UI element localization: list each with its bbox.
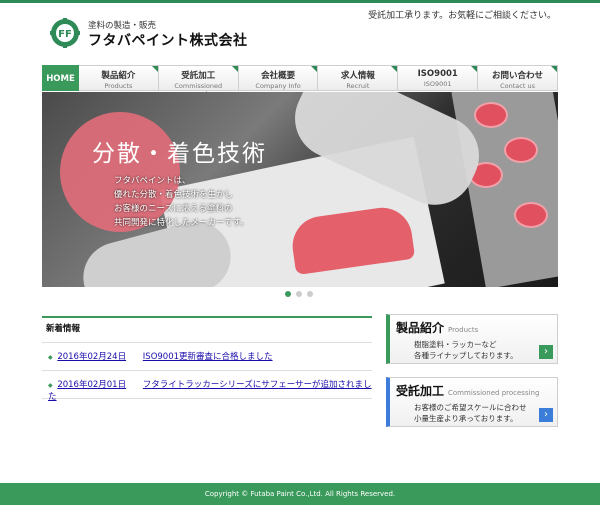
top-accent-bar [0,0,600,3]
paint-cup-image [504,137,538,163]
company-name[interactable]: フタバペイント株式会社 [88,30,248,50]
slider-dot-3[interactable] [307,291,313,297]
nav-corner-mark [231,66,238,72]
side-products-banner[interactable]: 製品紹介 Products 樹脂塗料・ラッカーなど 各種ライナップしております。 … [386,314,558,364]
nav-iso-sublabel: ISO9001 [423,80,452,88]
nav-contact-sublabel: Contact us [500,82,535,90]
hero-text: フタバペイントは、 優れた分散・着色技術を生かし お客様のニーズに応える塗料の … [114,176,249,228]
side-products-heading: 製品紹介 Products [396,319,478,336]
nav-iso-label: ISO9001 [417,69,458,79]
hero-slider[interactable]: 分散・着色技術 フタバペイントは、 優れた分散・着色技術を生かし お客様のニーズ… [42,92,558,287]
nav-corner-mark [471,66,478,72]
side-commission-en: Commissioned processing [448,389,540,397]
main-nav: HOME 製品紹介 Products 受託加工 Commissioned pro… [42,65,558,98]
side-products-desc: 樹脂塗料・ラッカーなど 各種ライナップしております。 [414,340,518,360]
nav-company[interactable]: 会社概要 Company Info [238,65,319,91]
bullet-icon: ◆ [48,382,53,389]
nav-products[interactable]: 製品紹介 Products [79,65,159,91]
side-commission-title: 受託加工 [396,384,445,398]
nav-recruit[interactable]: 求人情報 Recruit [318,65,399,91]
nav-contact-label: お問い合わせ [492,71,544,81]
side-commission-banner[interactable]: 受託加工 Commissioned processing お客様のご希望スケールに… [386,377,558,427]
side-products-en: Products [448,326,479,334]
paint-cup-image [514,202,548,228]
news-date-link[interactable]: 2016年02月01日 [57,380,126,390]
bullet-icon: ◆ [48,354,53,361]
slider-dots [285,291,313,297]
side-commission-heading: 受託加工 Commissioned processing [396,382,539,399]
nav-corner-mark [311,66,318,72]
footer-copyright: Copyright © Futaba Paint Co.,Ltd. All Ri… [0,483,600,505]
nav-recruit-label: 求人情報 [340,71,375,81]
side-commission-desc: お客様のご希望スケールに合わせ 小量生産より承っております。 [414,403,527,423]
news-date-link[interactable]: 2016年02月24日 [57,352,126,362]
header-notice: 受託加工承ります。お気軽にご相談ください。 [368,11,556,21]
nav-company-sublabel: Company Info [255,82,301,90]
slider-dot-2[interactable] [296,291,302,297]
nav-corner-mark [151,66,158,72]
nav-commission-label: 受託加工 [181,71,216,81]
nav-home-label: HOME [46,74,75,84]
hero-title: 分散・着色技術 [92,141,267,167]
paint-cup-image [474,102,508,128]
slider-dot-1[interactable] [285,291,291,297]
side-products-title: 製品紹介 [396,321,445,335]
nav-products-sublabel: Products [104,82,133,90]
nav-iso[interactable]: ISO9001 ISO9001 [398,65,479,91]
nav-home[interactable]: HOME [42,65,79,91]
nav-company-label: 会社概要 [261,71,296,81]
company-logo-icon[interactable]: FF [50,18,80,48]
logo-text: FF [58,29,72,40]
nav-products-label: 製品紹介 [101,71,136,81]
news-heading: 新着情報 [42,316,372,343]
nav-contact[interactable]: お問い合わせ Contact us [478,65,558,91]
chevron-right-icon[interactable]: › [539,408,553,422]
nav-recruit-sublabel: Recruit [346,82,370,90]
nav-commission[interactable]: 受託加工 Commissioned processing [158,65,239,98]
chevron-right-icon[interactable]: › [539,345,553,359]
news-item: ◆ 2016年02月01日 フタライトラッカーシリーズにサフェーサーが追加されま… [42,371,372,402]
nav-corner-mark [391,66,398,72]
news-item: ◆ 2016年02月24日 ISO9001更新審査に合格しました [42,343,372,371]
news-title-link[interactable]: ISO9001更新審査に合格しました [143,352,273,362]
nav-corner-mark [550,66,557,72]
